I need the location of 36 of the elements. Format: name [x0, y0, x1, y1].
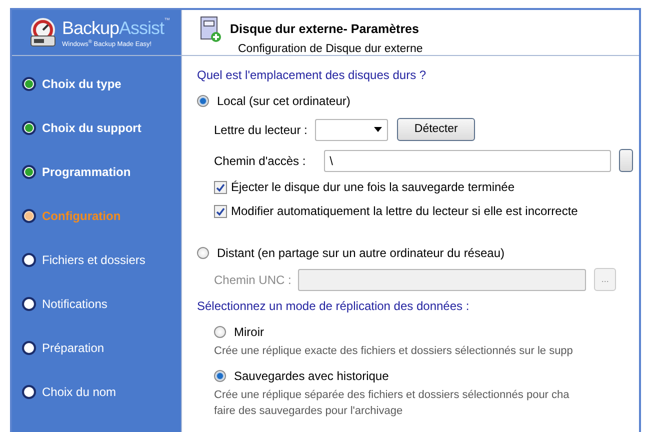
option-description: Crée une réplique exacte des fichiers et dossiers sélectionnés sur le supp: [214, 344, 574, 359]
detect-button[interactable]: Détecter: [397, 118, 475, 141]
unc-path-field[interactable]: [298, 268, 586, 290]
checkbox-label[interactable]: Éjecter le disque dur une fois la sauvegarde terminée: [231, 178, 514, 196]
section-question: Sélectionnez un mode de réplication des données :: [197, 298, 470, 315]
step-label[interactable]: Programmation: [42, 163, 131, 181]
logo-text: Assist: [119, 16, 164, 39]
logo-text: Backup: [62, 16, 120, 39]
step-label[interactable]: Notifications: [42, 295, 108, 313]
section-question: Quel est l'emplacement des disques durs ?: [197, 67, 426, 84]
field-label: Chemin UNC :: [214, 272, 292, 288]
page-subtitle: Configuration de Disque dur externe: [237, 42, 423, 57]
step-label[interactable]: Préparation: [42, 339, 104, 357]
option-label[interactable]: Local (sur cet ordinateur): [217, 92, 350, 110]
step-label[interactable]: Choix du type: [42, 75, 122, 93]
caret-icon: [374, 127, 382, 132]
field-label: Lettre du lecteur :: [214, 122, 308, 138]
option-label[interactable]: Sauvegardes avec historique: [234, 366, 389, 384]
page-title: Disque dur externe- Paramètres: [230, 21, 420, 38]
step-label[interactable]: Choix du nom: [42, 383, 116, 401]
browse-button[interactable]: [618, 149, 633, 172]
radio-button[interactable]: [214, 326, 226, 338]
checkbox[interactable]: [214, 180, 227, 194]
radio-button[interactable]: [214, 370, 226, 382]
radio-button[interactable]: [197, 95, 209, 107]
field-label: Chemin d'accès :: [214, 152, 306, 170]
option-description: faire des sauvegardes pour l'archivage: [214, 404, 404, 419]
path-field[interactable]: \: [324, 150, 611, 172]
step-label[interactable]: Choix du support: [42, 119, 142, 137]
option-label[interactable]: Miroir: [234, 323, 264, 341]
logo-icon: [28, 18, 58, 48]
checkbox[interactable]: [214, 204, 227, 218]
step-label[interactable]: Fichiers et dossiers: [42, 251, 146, 269]
file-cabinet-add-icon: [200, 16, 222, 44]
option-description: Crée une réplique séparée des fichiers et dossiers sélectionnés pour cha: [214, 388, 570, 402]
checkbox-label[interactable]: Modifier automatiquement la lettre du lecteur si elle est incorrecte: [231, 202, 578, 220]
